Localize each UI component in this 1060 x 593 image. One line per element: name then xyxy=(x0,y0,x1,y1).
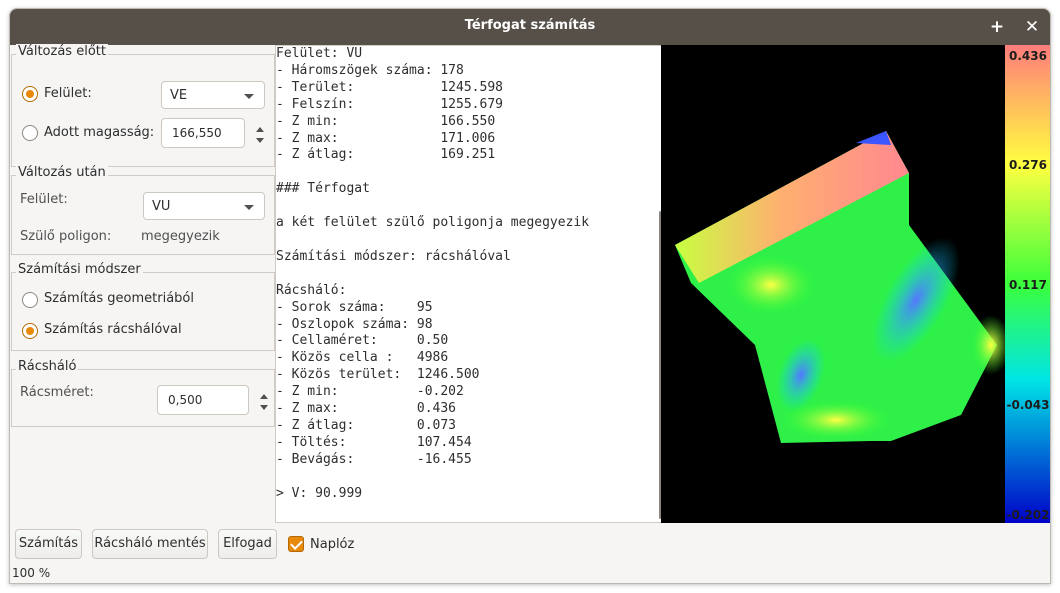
grid-size-label: Rácsméret: xyxy=(20,385,94,400)
spin-up-icon[interactable] xyxy=(260,394,268,399)
log-checkbox-label: Naplóz xyxy=(310,537,355,552)
radio-surface-before[interactable] xyxy=(22,86,38,102)
grid-size-spinbox[interactable]: 0,500 xyxy=(157,385,268,415)
group-method: Számítási módszer Számítás geometriából … xyxy=(11,262,275,351)
chevron-down-icon xyxy=(244,205,254,210)
close-icon[interactable]: ✕ xyxy=(1020,15,1044,39)
surface-before-value: VE xyxy=(170,88,188,103)
parent-polygon-label: Szülő poligon: xyxy=(20,229,112,244)
title-bar: Térfogat számítás + ✕ xyxy=(10,9,1050,45)
surface-after-combo[interactable]: VU xyxy=(143,192,265,220)
settings-panel: Változás előtt Felület: VE Adott magassá… xyxy=(11,44,275,525)
colorbar-tick: 0.276 xyxy=(1009,158,1047,172)
grid-size-value: 0,500 xyxy=(168,393,203,407)
colorbar-tick: -0.202 xyxy=(1006,508,1050,522)
method-geometry-label: Számítás geometriából xyxy=(44,291,194,306)
heatmap-view xyxy=(661,45,1011,523)
calculate-button[interactable]: Számítás xyxy=(15,529,82,559)
height-spinbox[interactable]: 166,550 xyxy=(161,118,264,148)
difference-heatmap xyxy=(675,131,1011,443)
surface-after-value: VU xyxy=(152,199,171,214)
bottom-toolbar: Számítás Rácsháló mentés Elfogad Naplóz … xyxy=(10,523,1050,583)
given-height-label: Adott magasság: xyxy=(44,125,155,140)
log-text: Felület: VU - Háromszögek száma: 178 - T… xyxy=(276,46,590,501)
maximize-plus-icon[interactable]: + xyxy=(985,15,1009,39)
group-grid: Rácsháló Rácsméret: 0,500 xyxy=(11,359,275,427)
spin-down-icon[interactable] xyxy=(260,405,268,410)
colorbar-tick: 0.117 xyxy=(1009,278,1047,292)
radio-given-height[interactable] xyxy=(22,125,38,141)
spin-up-icon[interactable] xyxy=(256,127,264,132)
height-value: 166,550 xyxy=(172,126,222,140)
spin-down-icon[interactable] xyxy=(256,138,264,143)
method-grid-label: Számítás rácshálóval xyxy=(44,322,182,337)
group-before-title: Változás előtt xyxy=(16,44,108,59)
window-title: Térfogat számítás xyxy=(464,18,596,33)
group-after-title: Változás után xyxy=(16,165,108,180)
app-window: Térfogat számítás + ✕ Változás előtt Fel… xyxy=(9,8,1051,584)
group-after: Változás után Felület: VU Szülő poligon:… xyxy=(11,165,275,255)
log-checkbox[interactable] xyxy=(288,536,304,552)
group-method-title: Számítási módszer xyxy=(16,262,143,277)
surface-after-label: Felület: xyxy=(20,192,68,207)
chevron-down-icon xyxy=(244,94,254,99)
save-grid-button[interactable]: Rácsháló mentés xyxy=(92,529,208,559)
surface-before-combo[interactable]: VE xyxy=(161,81,265,109)
radio-geometry[interactable] xyxy=(22,292,38,308)
radio-grid[interactable] xyxy=(22,323,38,339)
log-output[interactable]: Felület: VU - Háromszögek száma: 178 - T… xyxy=(275,45,665,523)
zoom-status: 100 % xyxy=(12,566,51,580)
surface-before-label: Felület: xyxy=(44,86,92,101)
colorbar-tick: 0.436 xyxy=(1009,49,1047,63)
group-grid-title: Rácsháló xyxy=(16,359,79,374)
group-before: Változás előtt Felület: VE Adott magassá… xyxy=(11,44,275,167)
accept-button[interactable]: Elfogad xyxy=(218,529,277,559)
parent-polygon-value: megegyezik xyxy=(141,229,220,244)
colorbar-tick: -0.043 xyxy=(1006,398,1050,412)
